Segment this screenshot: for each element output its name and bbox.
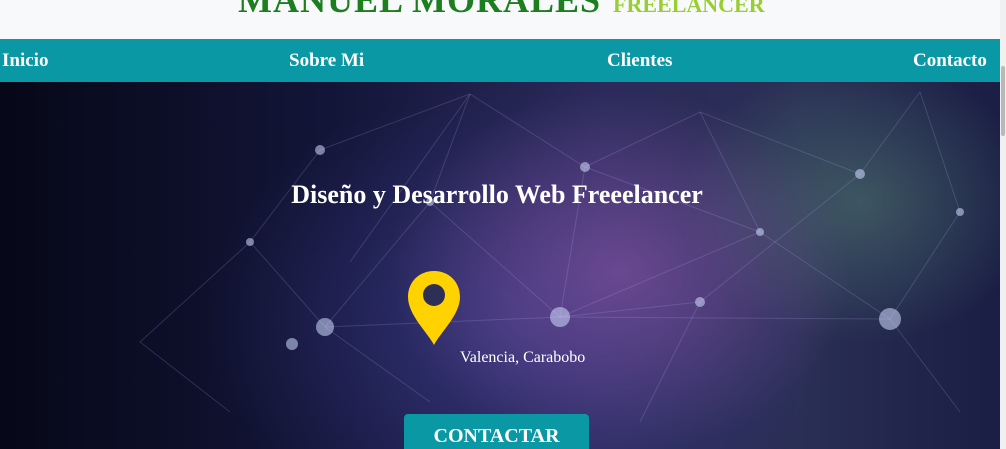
map-pin-icon [406,269,462,354]
nav-item-clientes[interactable]: Clientes [607,39,672,82]
nav-item-inicio[interactable]: Inicio [2,39,48,82]
hero-section: Diseño y Desarrollo Web Freeelancer Vale… [0,82,1001,449]
page-scrollbar[interactable] [1000,0,1006,449]
brand: MANUEL MORALES FREELANCER [238,0,765,21]
brand-tagline: FREELANCER [613,0,765,17]
network-background-image [139,91,964,423]
nav-item-contacto[interactable]: Contacto [913,39,987,82]
main-nav: Inicio Sobre Mi Clientes Contacto [0,39,1001,82]
nav-item-sobre-mi[interactable]: Sobre Mi [289,39,364,82]
hero-title: Diseño y Desarrollo Web Freeelancer [291,180,703,209]
contactar-button[interactable]: CONTACTAR [404,414,589,449]
brand-name: MANUEL MORALES [238,0,602,20]
location-text: Valencia, Carabobo [460,349,586,366]
site-header: MANUEL MORALES FREELANCER [0,0,1006,39]
scrollbar-thumb[interactable] [1001,66,1005,136]
